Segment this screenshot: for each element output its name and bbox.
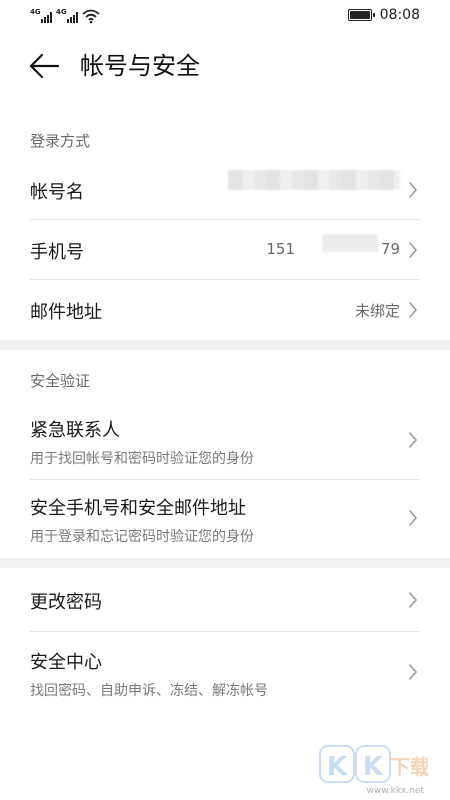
phone-value-suffix: 79 [380, 240, 400, 258]
row-description: 用于登录和忘记密码时验证您的身份 [30, 529, 254, 545]
chevron-right-icon [409, 592, 417, 608]
status-left: 4G 4G [30, 6, 100, 24]
row-description: 找回密码、自助申诉、冻结、解冻帐号 [30, 683, 268, 699]
chevron-right-icon [409, 182, 417, 198]
row-phone[interactable]: 手机号 151 79 [0, 220, 450, 280]
security-verification-card: 安全验证 紧急联系人 用于找回帐号和密码时验证您的身份 安全手机号和安全邮件地址… [0, 350, 450, 558]
section-label-verification: 安全验证 [30, 372, 91, 390]
signal-icon: 4G [30, 8, 52, 24]
row-label: 紧急联系人 [30, 420, 120, 441]
chevron-right-icon [409, 510, 417, 526]
app-header: 帐号与安全 [0, 32, 450, 120]
row-secure-phone-email[interactable]: 安全手机号和安全邮件地址 用于登录和忘记密码时验证您的身份 [0, 480, 450, 558]
row-label: 安全中心 [30, 652, 102, 673]
page-title: 帐号与安全 [80, 52, 200, 80]
chevron-right-icon [409, 242, 417, 258]
watermark-url: www.kkx.net [366, 786, 425, 796]
chevron-right-icon [409, 432, 417, 448]
arrow-left-icon[interactable] [28, 50, 62, 82]
row-account-name[interactable]: 帐号名 [0, 160, 450, 220]
row-label: 帐号名 [30, 182, 84, 203]
svg-text:K: K [327, 752, 348, 782]
signal-icon: 4G [56, 8, 78, 24]
row-email[interactable]: 邮件地址 未绑定 [0, 280, 450, 340]
network-type-label: 4G [56, 8, 67, 16]
row-label: 更改密码 [30, 592, 102, 613]
row-emergency-contact[interactable]: 紧急联系人 用于找回帐号和密码时验证您的身份 [0, 400, 450, 480]
phone-value-masked [322, 234, 378, 252]
row-description: 用于找回帐号和密码时验证您的身份 [30, 451, 254, 467]
kk-watermark-logo: K K 下载 [319, 745, 428, 783]
status-bar: 4G 4G 08:08 [0, 0, 450, 32]
account-name-value-masked [228, 170, 400, 190]
phone-value-prefix: 151 [266, 240, 295, 258]
chevron-right-icon [409, 664, 417, 680]
row-security-center[interactable]: 安全中心 找回密码、自助申诉、冻结、解冻帐号 [0, 632, 450, 712]
status-time: 08:08 [379, 7, 420, 23]
login-methods-card: 登录方式 帐号名 手机号 151 79 邮件地址 未绑定 [0, 120, 450, 340]
email-value: 未绑定 [354, 302, 400, 320]
row-label: 邮件地址 [30, 302, 102, 323]
svg-text:K: K [363, 752, 384, 782]
account-security-screen: 4G 4G 08:08 帐号与安全 登录方式 帐号名 手机号 151 79 邮件… [0, 0, 450, 800]
row-label: 手机号 [30, 242, 84, 263]
chevron-right-icon [409, 302, 417, 318]
section-label-login: 登录方式 [30, 132, 91, 150]
row-change-password[interactable]: 更改密码 [0, 568, 450, 632]
status-right: 08:08 [347, 6, 420, 24]
row-label: 安全手机号和安全邮件地址 [30, 498, 246, 519]
svg-text:下载: 下载 [390, 755, 428, 779]
wifi-icon [82, 9, 100, 24]
network-type-label: 4G [30, 8, 41, 16]
battery-icon [347, 9, 375, 21]
